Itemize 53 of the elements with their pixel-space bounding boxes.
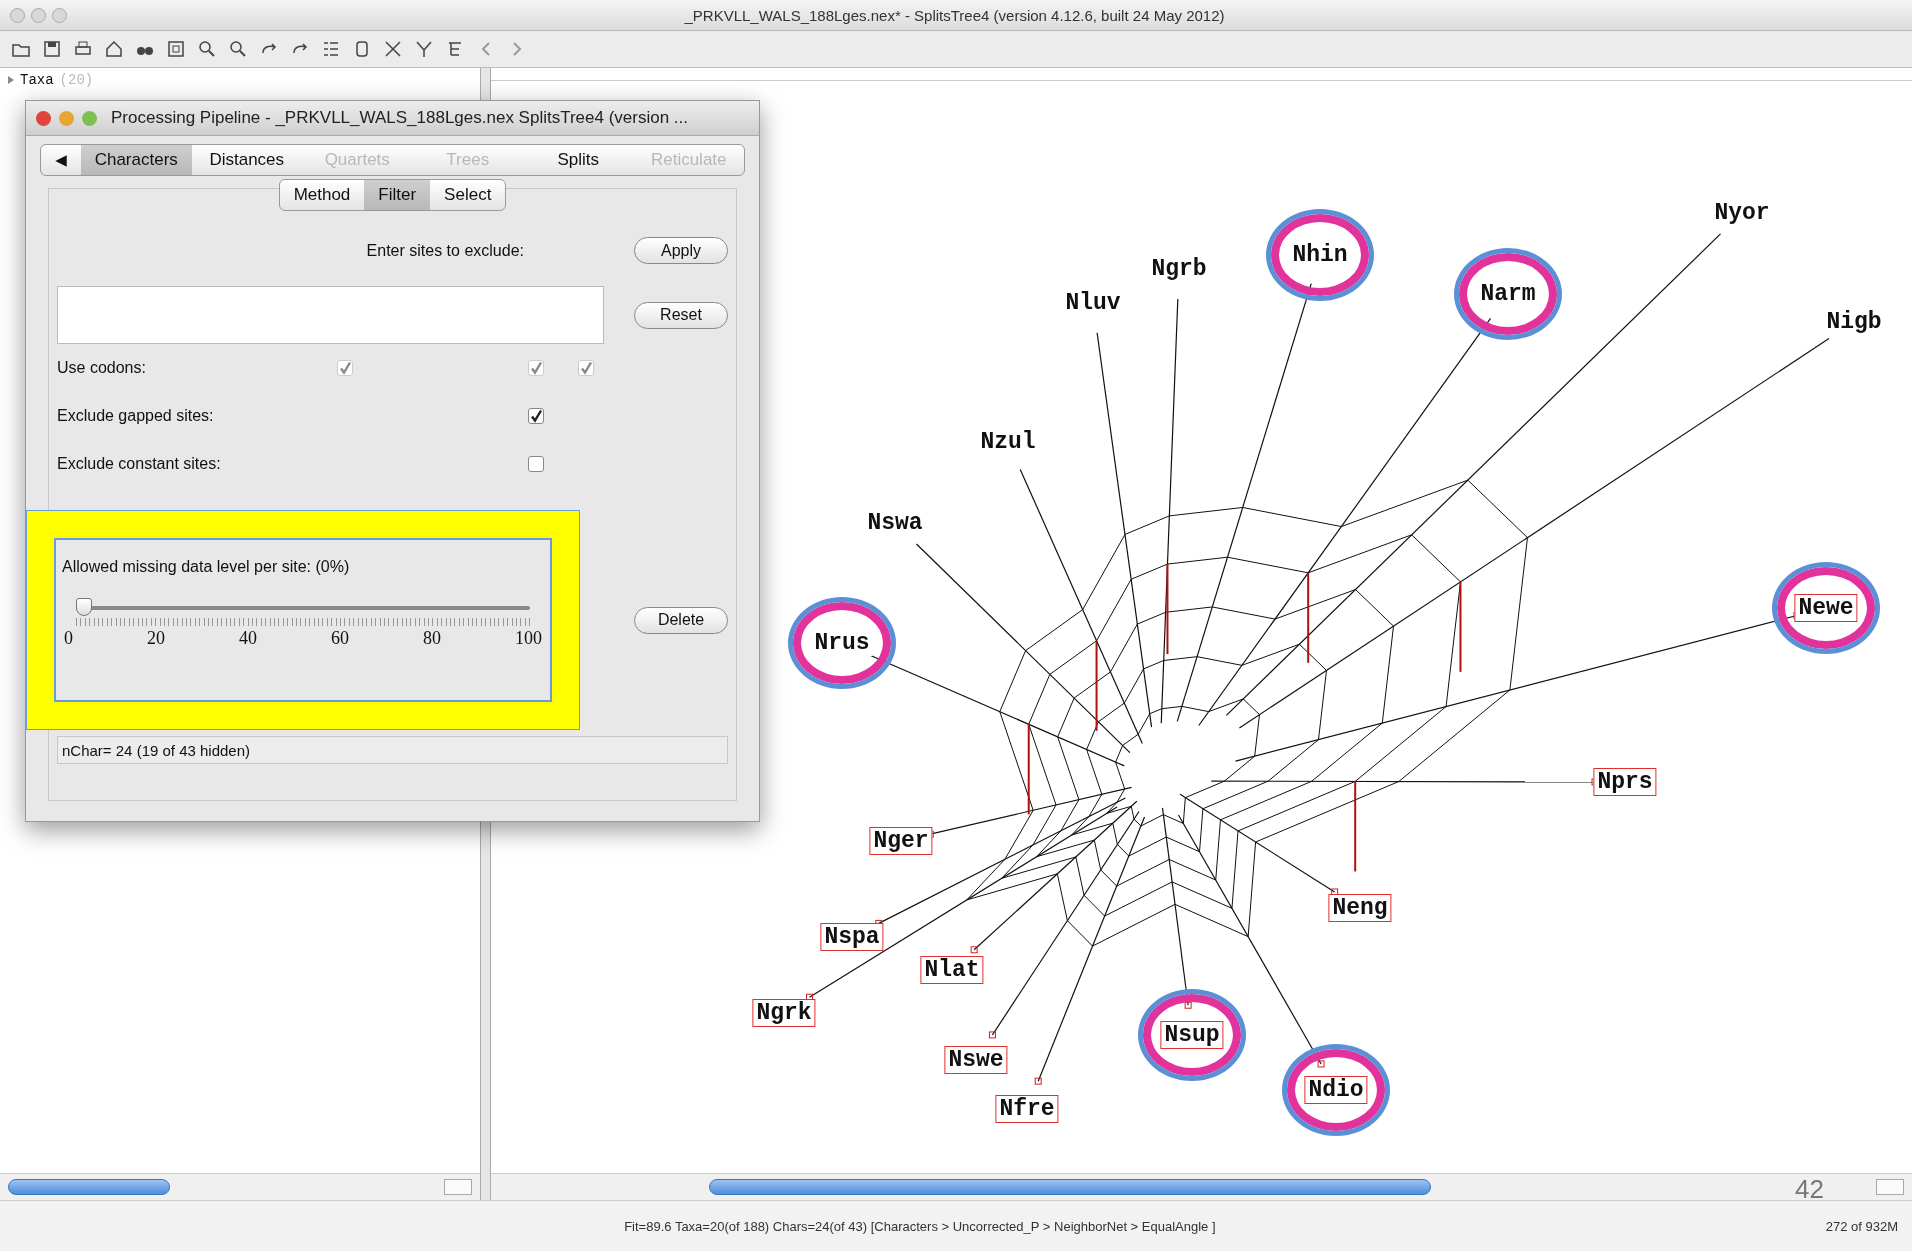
window-title: _PRKVLL_WALS_188Lges.nex* - SplitsTree4 (version 4.12.6, built 24 May 2012) xyxy=(683,6,1226,24)
tab[interactable]: Filter xyxy=(364,180,431,210)
slider-label: Allowed missing data level per site: (0%) xyxy=(62,558,351,576)
field-label: Enter sites to exclude: xyxy=(365,241,525,260)
tick-label: 40 xyxy=(239,628,257,649)
horizontal-scrollbar[interactable] xyxy=(491,1173,1912,1200)
tab[interactable]: Distances xyxy=(191,145,302,175)
tab[interactable]: Splits xyxy=(523,145,634,175)
tick-label: 100 xyxy=(515,628,542,649)
apply-button[interactable]: Apply xyxy=(634,237,728,264)
scrollbar-thumb[interactable] xyxy=(8,1179,170,1195)
square-icon[interactable] xyxy=(165,38,187,60)
item-count: (20) xyxy=(59,72,94,88)
char-count-field: nChar= 24 (19 of 43 hidden) xyxy=(57,736,728,764)
taxon-label[interactable]: Nfre xyxy=(995,1095,1059,1123)
back-button[interactable]: ◀ xyxy=(41,145,81,175)
taxon-label[interactable]: Nsup xyxy=(1160,1021,1224,1049)
horizontal-scrollbar[interactable] xyxy=(0,1173,480,1200)
option-label: Exclude gapped sites: xyxy=(57,407,215,425)
option-label: Exclude constant sites: xyxy=(57,455,222,473)
taxon-label[interactable]: Ngrk xyxy=(752,999,816,1027)
option-label: Use codons: xyxy=(57,359,147,377)
slider-thumb[interactable] xyxy=(76,598,92,616)
checkbox[interactable] xyxy=(528,408,544,424)
taxon-label[interactable]: Nger xyxy=(869,827,933,855)
tick-label: 60 xyxy=(331,628,349,649)
taxon-label[interactable]: Nprs xyxy=(1593,768,1657,796)
dialog-title: Processing Pipeline - _PRKVLL_WALS_188Lges.nex SplitsTree4 (version ... xyxy=(111,108,689,128)
scrollbar-thumb[interactable] xyxy=(709,1179,1431,1195)
taxon-label[interactable]: Nlat xyxy=(920,956,984,984)
taxon-label[interactable]: Neng xyxy=(1328,894,1392,922)
slider-track[interactable] xyxy=(76,598,530,618)
taxon-label[interactable]: Nswe xyxy=(944,1046,1008,1074)
taxon-label[interactable]: Nspa xyxy=(820,923,884,951)
sites-input-field[interactable] xyxy=(57,286,604,344)
tick-label: 80 xyxy=(423,628,441,649)
tick-label: 20 xyxy=(147,628,165,649)
close-icon[interactable] xyxy=(36,110,51,126)
slide-number: 42 xyxy=(1795,1174,1824,1205)
reset-button[interactable]: Reset xyxy=(634,301,728,329)
checkbox[interactable] xyxy=(528,456,544,472)
expander-icon[interactable] xyxy=(8,76,14,84)
tab[interactable]: Characters xyxy=(81,145,192,175)
tree-item[interactable]: Taxa xyxy=(20,72,54,88)
taxon-label[interactable]: Ndio xyxy=(1304,1076,1368,1104)
house-icon[interactable] xyxy=(103,38,125,60)
status-text: Fit=89.6 Taxa=20(of 188) Chars=24(of 43) [Characters > Uncorrected_P > NeighborNet > EqualAngle ] xyxy=(623,1218,1217,1234)
memory-usage: 272 of 932M xyxy=(1825,1218,1898,1234)
tab[interactable]: Method xyxy=(279,180,365,210)
taxon-label[interactable]: Newe xyxy=(1794,594,1858,622)
tick-label: 0 xyxy=(64,628,73,649)
delete-button[interactable]: Delete xyxy=(634,606,728,634)
tab[interactable]: Select xyxy=(430,180,506,210)
